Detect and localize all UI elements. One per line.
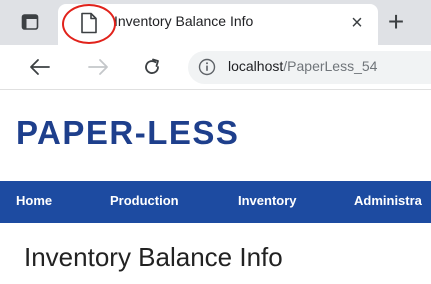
site-nav: Home Production Inventory Administra — [0, 181, 431, 223]
nav-item-production[interactable]: Production — [110, 193, 179, 208]
forward-arrow-icon[interactable] — [82, 51, 114, 83]
url-text: localhost/PaperLess_54 — [228, 58, 377, 74]
address-bar[interactable]: localhost/PaperLess_54 — [188, 51, 431, 84]
new-tab-icon[interactable]: + — [381, 8, 411, 38]
nav-item-administration[interactable]: Administra — [354, 193, 422, 208]
back-arrow-icon[interactable] — [24, 51, 56, 83]
nav-item-home[interactable]: Home — [16, 193, 52, 208]
info-icon[interactable] — [198, 58, 216, 76]
tab-strip: Inventory Balance Info × + — [0, 0, 431, 45]
browser-tab[interactable]: Inventory Balance Info × — [58, 4, 378, 45]
reload-icon[interactable] — [136, 51, 168, 83]
tab-title: Inventory Balance Info — [112, 13, 254, 29]
page-icon — [80, 12, 102, 36]
url-path: /PaperLess_54 — [283, 58, 378, 74]
browser-toolbar: localhost/PaperLess_54 — [0, 45, 431, 90]
close-tab-icon[interactable]: × — [344, 10, 370, 36]
page-title: Inventory Balance Info — [24, 242, 283, 272]
url-host: localhost — [228, 58, 284, 74]
site-logo[interactable]: PAPER-LESS — [16, 114, 239, 152]
nav-item-inventory[interactable]: Inventory — [238, 193, 297, 208]
tab-actions-icon[interactable] — [20, 12, 40, 32]
